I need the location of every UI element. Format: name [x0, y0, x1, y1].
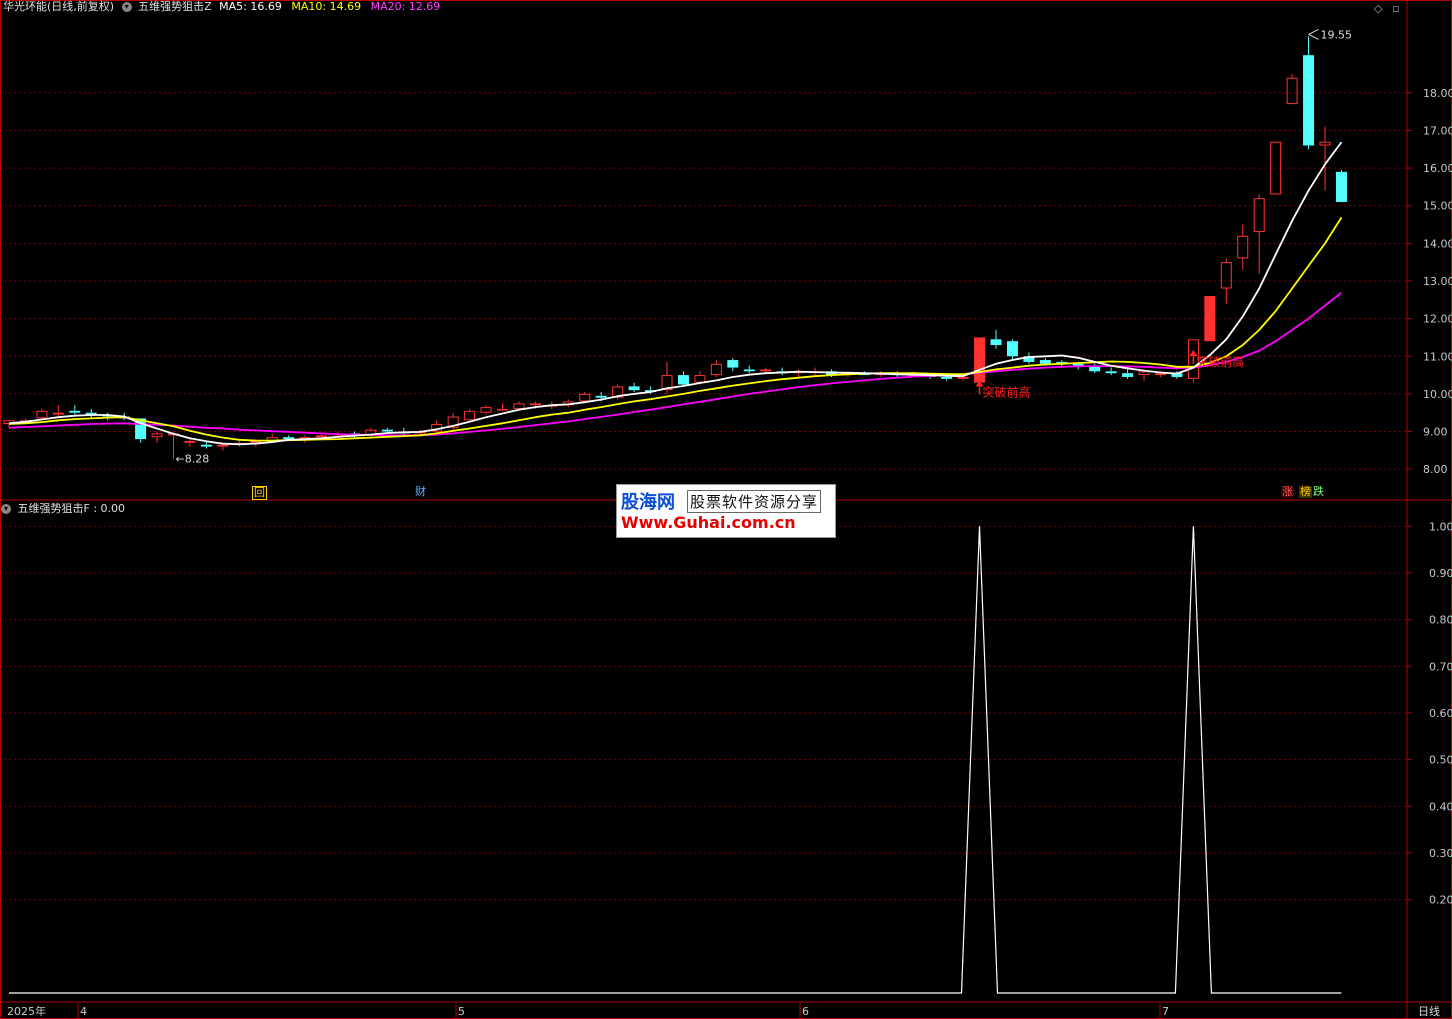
candle-body: [316, 435, 328, 438]
candle-body: [1122, 373, 1134, 377]
x-tick-label: 7: [1162, 1005, 1169, 1018]
marker-hui[interactable]: 回: [252, 486, 267, 500]
price-tick-label: 10.00: [1423, 388, 1452, 401]
indicator-tick-label: 0.60: [1429, 707, 1452, 720]
marker-zhang[interactable]: 涨: [1281, 486, 1294, 498]
marker-cai[interactable]: 财: [414, 486, 427, 498]
breakout-label: 突破前高: [983, 384, 1031, 399]
candle-body: [957, 376, 969, 379]
price-tick-label: 12.00: [1423, 313, 1452, 326]
candle-body: [381, 429, 393, 432]
indicator-tick-label: 0.50: [1429, 754, 1452, 767]
price-tick-label: 15.00: [1423, 200, 1452, 213]
sub-indicator-label[interactable]: 五维强势狙击F : 0.00: [18, 502, 126, 515]
candle-body: [974, 337, 986, 383]
sub-indicator-toggle-icon[interactable]: ▾: [1, 503, 11, 514]
candle-body: [727, 360, 739, 368]
candle-body: [1204, 296, 1216, 342]
ma5-label: MA5: 16.69: [219, 0, 282, 13]
watermark-url: Www.Guhai.com.cn: [621, 513, 796, 532]
candle-body: [941, 376, 953, 379]
x-tick-label: 5: [458, 1005, 465, 1018]
candle-body: [529, 403, 541, 406]
candle-body: [760, 369, 772, 372]
price-tick-label: 14.00: [1423, 237, 1452, 250]
candle-body: [52, 412, 64, 415]
candle-body: [1006, 341, 1018, 357]
candle-body: [677, 375, 689, 385]
marker-bang[interactable]: 榜: [1299, 486, 1312, 498]
candle-body: [200, 444, 212, 447]
candle-body: [250, 440, 262, 443]
indicator-tick-label: 0.40: [1429, 800, 1452, 813]
x-tick-label: 6: [802, 1005, 809, 1018]
marker-die[interactable]: 跌: [1312, 486, 1325, 498]
candle-body: [743, 369, 755, 372]
candle-body: [628, 386, 640, 391]
chart-header: 华光环能(日线,前复权) ▾ 五维强势狙击Z MA5: 16.69 MA10: …: [3, 0, 440, 14]
candle-body: [1303, 55, 1315, 146]
candle-body: [990, 339, 1002, 345]
diamond-icon[interactable]: ◇: [1374, 2, 1382, 15]
indicator-tick-label: 1.00: [1429, 520, 1452, 533]
price-tick-label: 9.00: [1423, 426, 1448, 439]
price-tick-label: 13.00: [1423, 275, 1452, 288]
ma10-label: MA10: 14.69: [291, 0, 362, 13]
price-tick-label: 17.00: [1423, 124, 1452, 137]
high-price-label: 19.55: [1321, 28, 1353, 41]
indicator-toggle-icon[interactable]: ▾: [121, 1, 132, 12]
x-tick-label: 2025年: [7, 1004, 46, 1018]
candle-body: [1105, 371, 1117, 374]
indicator-tick-label: 0.80: [1429, 614, 1452, 627]
indicator-tick-label: 0.30: [1429, 847, 1452, 860]
watermark: 股海网 股票软件资源分享 Www.Guhai.com.cn: [616, 484, 836, 538]
watermark-logo: 股海网: [621, 492, 675, 513]
down-candle: [1335, 169, 1347, 202]
candle-body: [1039, 360, 1051, 364]
candle-body: [595, 395, 607, 398]
window-icon[interactable]: ▫: [1392, 2, 1399, 15]
low-price-label: ←8.28: [176, 453, 210, 466]
x-tick-label: 4: [80, 1005, 87, 1018]
indicator-tick-label: 0.20: [1429, 894, 1452, 907]
stock-title[interactable]: 华光环能(日线,前复权): [3, 0, 114, 13]
price-tick-label: 16.00: [1423, 162, 1452, 175]
indicator-tick-label: 0.70: [1429, 660, 1452, 673]
price-tick-label: 8.00: [1423, 463, 1448, 476]
candle-body: [497, 408, 508, 411]
indicator-tick-label: 0.90: [1429, 567, 1452, 580]
candle-body: [1155, 373, 1166, 376]
candle-body: [217, 444, 229, 447]
price-tick-label: 18.00: [1423, 87, 1452, 100]
breakout-label: 突破前高: [1196, 354, 1244, 369]
indicator-name[interactable]: 五维强势狙击Z: [138, 0, 212, 13]
watermark-slogan: 股票软件资源分享: [687, 490, 822, 513]
up-candle: [1204, 296, 1216, 342]
ma20-label: MA20: 12.69: [370, 0, 441, 13]
period-label[interactable]: 日线: [1418, 1003, 1440, 1019]
candle-body: [69, 410, 81, 413]
candle-body: [184, 440, 196, 443]
up-candle: [974, 337, 986, 385]
indicator-header: ▾ 五维强势狙击F : 0.00: [1, 502, 125, 516]
price-tick-label: 11.00: [1423, 350, 1452, 363]
candle-body: [1335, 171, 1347, 202]
